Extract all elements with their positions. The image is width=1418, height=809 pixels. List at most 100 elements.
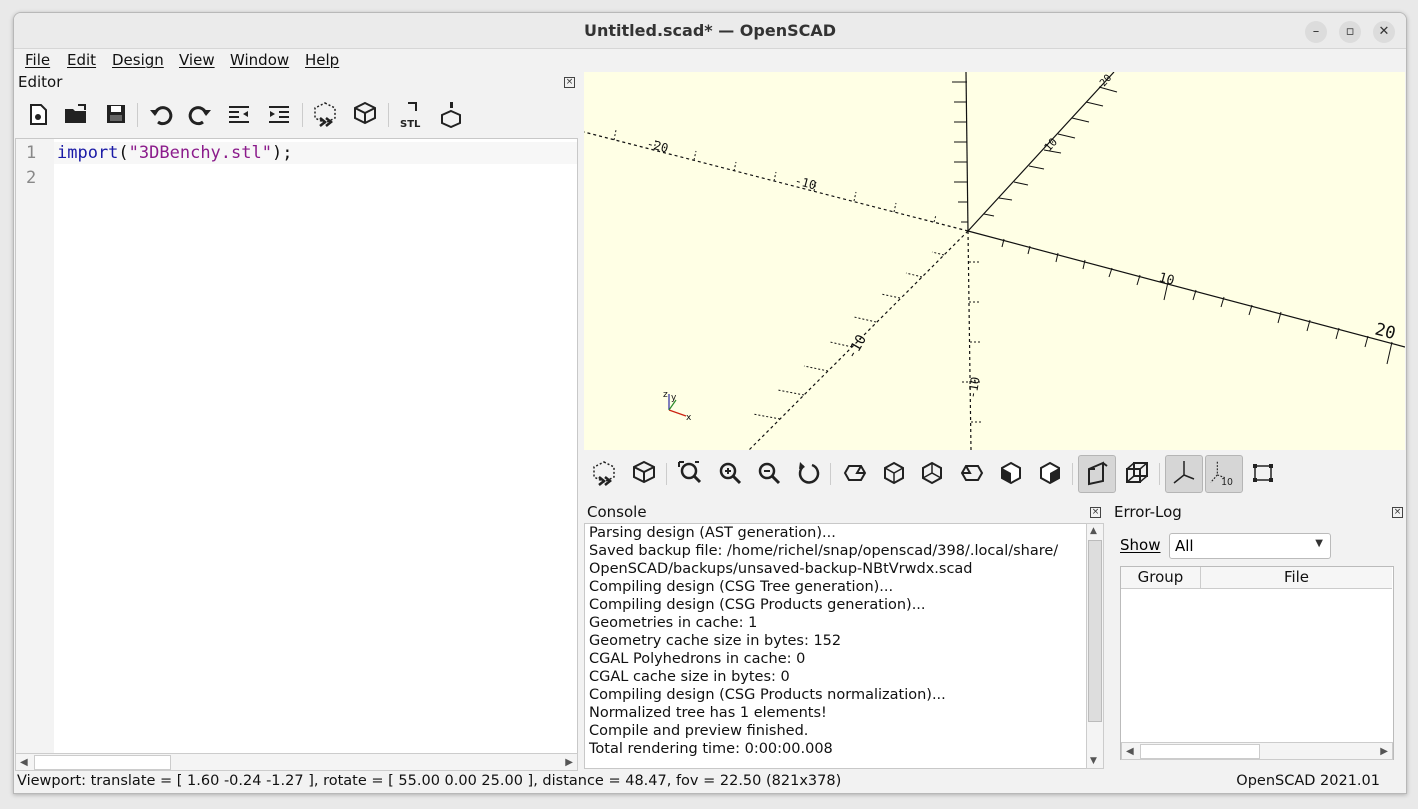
code-punct: ); — [271, 143, 293, 163]
scroll-right-icon[interactable]: ▶ — [1380, 746, 1388, 757]
view-right-icon[interactable] — [841, 459, 869, 487]
errorlog-horizontal-scrollbar[interactable]: ◀ ▶ — [1121, 742, 1393, 760]
axis-label-zneg10: -10 — [965, 376, 983, 400]
show-edges-icon[interactable] — [1249, 459, 1277, 487]
title-bar[interactable]: Untitled.scad* — OpenSCAD – ▫ ✕ — [14, 13, 1406, 49]
editor-horizontal-scrollbar[interactable]: ◀ ▶ — [15, 753, 578, 771]
export-stl-icon[interactable]: STL — [398, 100, 426, 128]
preview-icon[interactable] — [311, 100, 339, 128]
openscad-window: Untitled.scad* — OpenSCAD – ▫ ✕ File Edi… — [13, 12, 1407, 794]
code-punct: ( — [118, 143, 129, 163]
console-line: Geometries in cache: 1 — [589, 615, 758, 631]
zoom-out-icon[interactable] — [755, 459, 783, 487]
open-file-icon[interactable] — [62, 100, 90, 128]
show-scale-markers-icon[interactable]: 10 — [1208, 459, 1236, 487]
console-dock-close-icon[interactable]: × — [1090, 507, 1101, 518]
3d-viewport[interactable]: 10 20 10 20 -10 -20 -10 -10 z y x — [584, 72, 1405, 450]
console-line: CGAL Polyhedrons in cache: 0 — [589, 651, 806, 667]
column-header-group[interactable]: Group — [1121, 567, 1201, 589]
undo-icon[interactable] — [147, 100, 175, 128]
console-line: Normalized tree has 1 elements! — [589, 705, 827, 721]
axis-label-yneg10: -10 — [844, 332, 871, 362]
window-title: Untitled.scad* — OpenSCAD — [583, 21, 837, 40]
console-line: Compiling design (CSG Products normaliza… — [589, 687, 946, 703]
view-front-icon[interactable] — [997, 459, 1025, 487]
show-filter-select[interactable]: All ▼ — [1169, 533, 1331, 559]
version-label: OpenSCAD 2021.01 — [1236, 773, 1380, 789]
svg-text:10: 10 — [1221, 477, 1233, 487]
menu-window[interactable]: Window — [230, 51, 289, 69]
console-line: Total rendering time: 0:00:00.008 — [589, 741, 833, 757]
axes-indicator: z y x — [663, 390, 692, 423]
toolbar-separator — [1072, 463, 1073, 485]
view-all-icon[interactable] — [676, 459, 704, 487]
view-top-icon[interactable] — [880, 459, 908, 487]
menu-file[interactable]: File — [25, 51, 50, 69]
scroll-down-icon[interactable]: ▼ — [1090, 756, 1097, 766]
show-axes-icon[interactable] — [1170, 459, 1198, 487]
maximize-button[interactable]: ▫ — [1339, 21, 1361, 43]
status-bar: Viewport: translate = [ 1.60 -0.24 -1.27… — [14, 771, 1406, 793]
axis-label-xneg10: -10 — [793, 173, 818, 192]
scroll-up-icon[interactable]: ▲ — [1090, 526, 1097, 536]
scroll-left-icon[interactable]: ◀ — [20, 757, 28, 768]
close-button[interactable]: ✕ — [1373, 21, 1395, 43]
console-line: Compiling design (CSG Tree generation)..… — [589, 579, 894, 595]
axis-label-xneg20: -20 — [645, 136, 670, 155]
column-header-file[interactable]: File — [1201, 567, 1392, 589]
save-icon[interactable] — [102, 100, 130, 128]
zoom-in-icon[interactable] — [716, 459, 744, 487]
render-icon[interactable] — [351, 100, 379, 128]
errorlog-table[interactable]: Group File ◀ ▶ — [1120, 566, 1394, 760]
errorlog-dock-close-icon[interactable]: × — [1392, 507, 1403, 518]
editor-dock-close-icon[interactable]: × — [564, 77, 575, 88]
chevron-down-icon: ▼ — [1315, 538, 1323, 549]
editor-dock-title: Editor — [18, 73, 63, 91]
menu-design[interactable]: Design — [112, 51, 164, 69]
unindent-icon[interactable] — [225, 100, 253, 128]
toolbar-separator — [302, 103, 303, 127]
send-to-3d-print-icon[interactable] — [437, 100, 465, 128]
console-line: Compiling design (CSG Products generatio… — [589, 597, 926, 613]
new-file-icon[interactable] — [24, 100, 52, 128]
preview-icon[interactable] — [590, 459, 618, 487]
render-icon[interactable] — [630, 459, 658, 487]
menu-help[interactable]: Help — [305, 51, 339, 69]
toolbar-separator — [666, 463, 667, 485]
indent-icon[interactable] — [265, 100, 293, 128]
console-vertical-scrollbar[interactable]: ▲ ▼ — [1086, 523, 1104, 769]
scrollbar-thumb[interactable] — [34, 755, 171, 770]
scrollbar-thumb[interactable] — [1140, 744, 1260, 759]
code-function: import — [57, 143, 119, 163]
orthogonal-icon[interactable] — [1123, 459, 1151, 487]
toolbar-separator — [830, 463, 831, 485]
menu-view[interactable]: View — [179, 51, 215, 69]
viewport-toolbar: 10 — [584, 453, 1405, 493]
console-line: Parsing design (AST generation)... — [589, 525, 836, 541]
view-left-icon[interactable] — [958, 459, 986, 487]
scroll-right-icon[interactable]: ▶ — [565, 757, 573, 768]
menu-edit[interactable]: Edit — [67, 51, 96, 69]
svg-text:STL: STL — [400, 119, 421, 128]
view-back-icon[interactable] — [1036, 459, 1064, 487]
axis-label-y10: 10 — [1042, 135, 1061, 154]
console-output[interactable]: Parsing design (AST generation)... Saved… — [584, 523, 1090, 769]
svg-text:x: x — [686, 413, 692, 423]
scroll-left-icon[interactable]: ◀ — [1126, 746, 1134, 757]
menu-bar: File Edit Design View Window Help — [14, 49, 1406, 71]
show-filter-value: All — [1175, 537, 1194, 555]
code-line[interactable]: import("3DBenchy.stl"); — [57, 143, 292, 163]
reset-view-icon[interactable] — [795, 459, 823, 487]
toolbar-separator — [137, 103, 138, 127]
redo-icon[interactable] — [186, 100, 214, 128]
scrollbar-thumb[interactable] — [1088, 540, 1102, 722]
console-line: Saved backup file: /home/richel/snap/ope… — [589, 543, 1059, 559]
viewport-status-text: Viewport: translate = [ 1.60 -0.24 -1.27… — [17, 773, 842, 789]
code-editor[interactable]: 1 2 import("3DBenchy.stl"); — [15, 138, 578, 754]
axes-drawing: 10 20 10 20 -10 -20 -10 -10 z y x — [584, 72, 1405, 450]
view-bottom-icon[interactable] — [918, 459, 946, 487]
code-string: "3DBenchy.stl" — [128, 143, 272, 163]
perspective-icon[interactable] — [1083, 459, 1111, 487]
minimize-button[interactable]: – — [1305, 21, 1327, 43]
toolbar-separator — [1159, 463, 1160, 485]
